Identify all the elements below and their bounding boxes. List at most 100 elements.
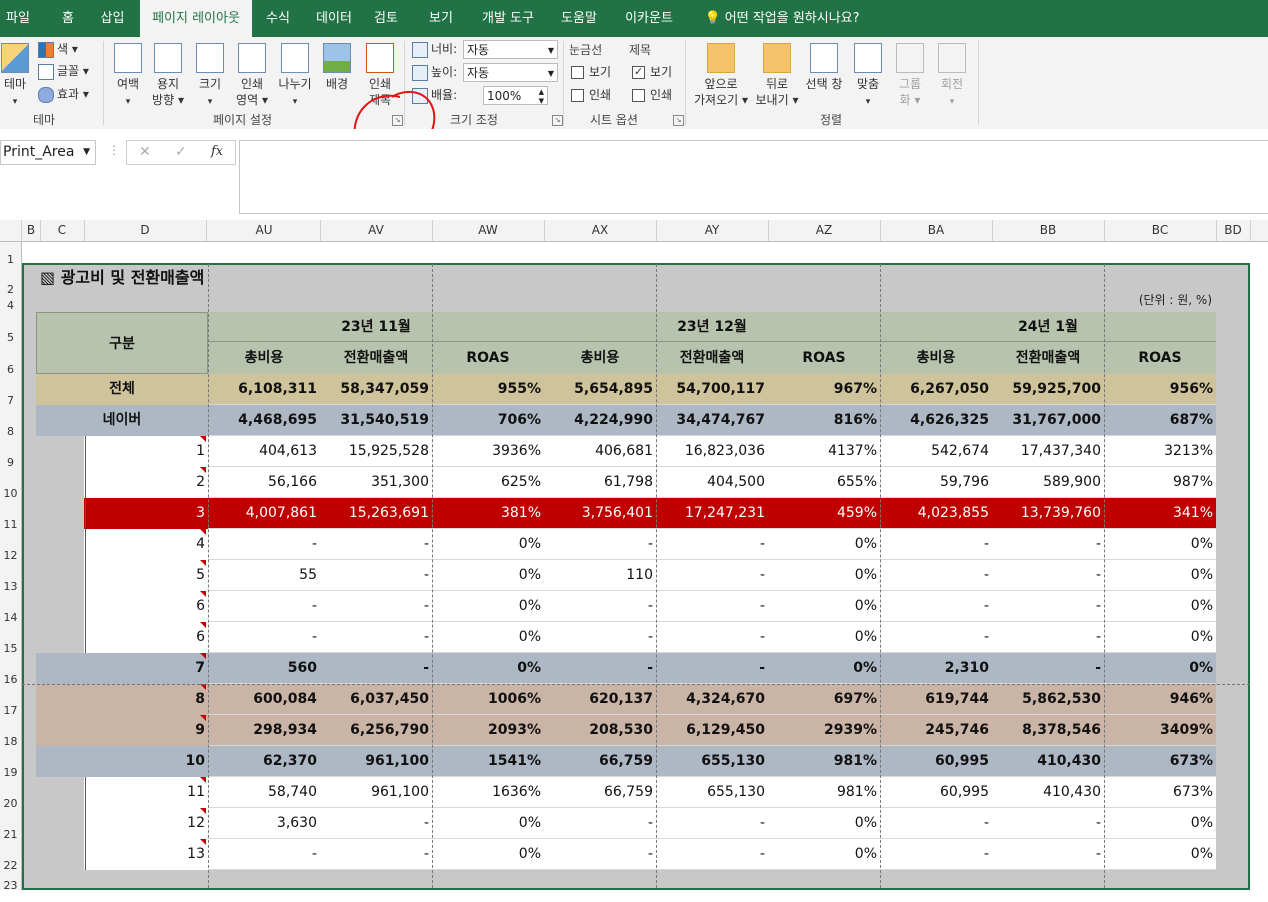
- value-cell[interactable]: 59,796: [880, 467, 992, 498]
- value-cell[interactable]: 66,759: [544, 777, 656, 808]
- value-cell[interactable]: -: [208, 591, 320, 622]
- row-header[interactable]: 18: [0, 715, 22, 748]
- tab-6[interactable]: 검토: [366, 0, 406, 37]
- value-cell[interactable]: -: [320, 591, 432, 622]
- value-cell[interactable]: 0%: [768, 560, 880, 591]
- value-cell[interactable]: 4,324,670: [656, 684, 768, 715]
- value-cell[interactable]: 381%: [432, 498, 544, 529]
- category-header[interactable]: 구분: [36, 312, 208, 374]
- value-cell[interactable]: -: [656, 591, 768, 622]
- value-cell[interactable]: 0%: [432, 808, 544, 839]
- print-area-button[interactable]: 인쇄 영역 ▾: [232, 43, 272, 108]
- column-subheader[interactable]: 전환매출액: [320, 342, 432, 374]
- value-cell[interactable]: 406,681: [544, 436, 656, 467]
- comment-indicator-icon[interactable]: [200, 839, 206, 845]
- row-header[interactable]: 9: [0, 436, 22, 469]
- value-cell[interactable]: 0%: [1104, 653, 1216, 684]
- comment-indicator-icon[interactable]: [200, 560, 206, 566]
- row-label[interactable]: 4: [84, 529, 208, 560]
- comment-indicator-icon[interactable]: [200, 715, 206, 721]
- comment-indicator-icon[interactable]: [200, 529, 206, 535]
- row-label[interactable]: 1: [84, 436, 208, 467]
- value-cell[interactable]: -: [880, 622, 992, 653]
- value-cell[interactable]: 6,256,790: [320, 715, 432, 746]
- value-cell[interactable]: 619,744: [880, 684, 992, 715]
- row-label[interactable]: 네이버: [36, 405, 208, 436]
- value-cell[interactable]: 589,900: [992, 467, 1104, 498]
- value-cell[interactable]: 542,674: [880, 436, 992, 467]
- row-label[interactable]: 7: [36, 653, 208, 684]
- row-label[interactable]: 전체: [36, 374, 208, 405]
- value-cell[interactable]: 600,084: [208, 684, 320, 715]
- value-cell[interactable]: 13,739,760: [992, 498, 1104, 529]
- select-all-corner[interactable]: [0, 220, 22, 241]
- row-header[interactable]: 14: [0, 591, 22, 624]
- value-cell[interactable]: -: [320, 560, 432, 591]
- month-header[interactable]: 23년 11월: [208, 312, 544, 342]
- column-subheader[interactable]: 총비용: [544, 342, 656, 374]
- row-header[interactable]: 8: [0, 405, 22, 438]
- row-header[interactable]: 22: [0, 839, 22, 872]
- value-cell[interactable]: 706%: [432, 405, 544, 436]
- send-backward-button[interactable]: 뒤로 보내기 ▾: [752, 43, 802, 108]
- month-header[interactable]: 23년 12월: [544, 312, 880, 342]
- value-cell[interactable]: 0%: [1104, 591, 1216, 622]
- enter-icon[interactable]: ✓: [175, 144, 187, 160]
- value-cell[interactable]: 351,300: [320, 467, 432, 498]
- column-subheader[interactable]: ROAS: [432, 342, 544, 374]
- name-box[interactable]: Print_Area ▼: [0, 140, 96, 165]
- value-cell[interactable]: 956%: [1104, 374, 1216, 405]
- value-cell[interactable]: 1006%: [432, 684, 544, 715]
- value-cell[interactable]: 0%: [432, 591, 544, 622]
- value-cell[interactable]: -: [656, 808, 768, 839]
- value-cell[interactable]: -: [320, 653, 432, 684]
- value-cell[interactable]: 5,654,895: [544, 374, 656, 405]
- value-cell[interactable]: 8,378,546: [992, 715, 1104, 746]
- value-cell[interactable]: 2939%: [768, 715, 880, 746]
- value-cell[interactable]: 15,925,528: [320, 436, 432, 467]
- value-cell[interactable]: 298,934: [208, 715, 320, 746]
- value-cell[interactable]: 61,798: [544, 467, 656, 498]
- value-cell[interactable]: 0%: [768, 839, 880, 870]
- theme-fonts-button[interactable]: 글꼴 ▾: [38, 61, 89, 81]
- value-cell[interactable]: 60,995: [880, 777, 992, 808]
- row-header[interactable]: 10: [0, 467, 22, 500]
- value-cell[interactable]: 17,247,231: [656, 498, 768, 529]
- row-header[interactable]: 20: [0, 777, 22, 810]
- value-cell[interactable]: 31,767,000: [992, 405, 1104, 436]
- value-cell[interactable]: 0%: [1104, 839, 1216, 870]
- value-cell[interactable]: 961,100: [320, 777, 432, 808]
- insert-function-icon[interactable]: fx: [211, 144, 223, 159]
- tab-11[interactable]: 💡 어떤 작업을 원하시나요?: [692, 0, 872, 37]
- value-cell[interactable]: -: [208, 529, 320, 560]
- value-cell[interactable]: 4,007,861: [208, 498, 320, 529]
- value-cell[interactable]: 655,130: [656, 746, 768, 777]
- tab-5[interactable]: 데이터: [306, 0, 362, 37]
- value-cell[interactable]: 0%: [1104, 560, 1216, 591]
- value-cell[interactable]: -: [992, 808, 1104, 839]
- value-cell[interactable]: 459%: [768, 498, 880, 529]
- value-cell[interactable]: 0%: [768, 622, 880, 653]
- value-cell[interactable]: 4137%: [768, 436, 880, 467]
- value-cell[interactable]: -: [656, 653, 768, 684]
- width-dropdown[interactable]: 자동 ▼: [463, 40, 558, 59]
- value-cell[interactable]: 34,474,767: [656, 405, 768, 436]
- value-cell[interactable]: 0%: [432, 653, 544, 684]
- value-cell[interactable]: -: [992, 622, 1104, 653]
- value-cell[interactable]: 0%: [1104, 529, 1216, 560]
- comment-indicator-icon[interactable]: [200, 808, 206, 814]
- selection-pane-button[interactable]: 선택 창: [803, 43, 845, 92]
- value-cell[interactable]: -: [880, 529, 992, 560]
- value-cell[interactable]: -: [880, 839, 992, 870]
- value-cell[interactable]: 2093%: [432, 715, 544, 746]
- gridlines-print-checkbox[interactable]: 인쇄: [571, 85, 611, 105]
- column-subheader[interactable]: 전환매출액: [992, 342, 1104, 374]
- column-subheader[interactable]: 전환매출액: [656, 342, 768, 374]
- column-subheader[interactable]: 총비용: [880, 342, 992, 374]
- value-cell[interactable]: 981%: [768, 746, 880, 777]
- value-cell[interactable]: 3,630: [208, 808, 320, 839]
- column-subheader[interactable]: 총비용: [208, 342, 320, 374]
- value-cell[interactable]: -: [656, 560, 768, 591]
- column-header[interactable]: AX: [544, 220, 657, 241]
- row-header[interactable]: 6: [0, 342, 22, 376]
